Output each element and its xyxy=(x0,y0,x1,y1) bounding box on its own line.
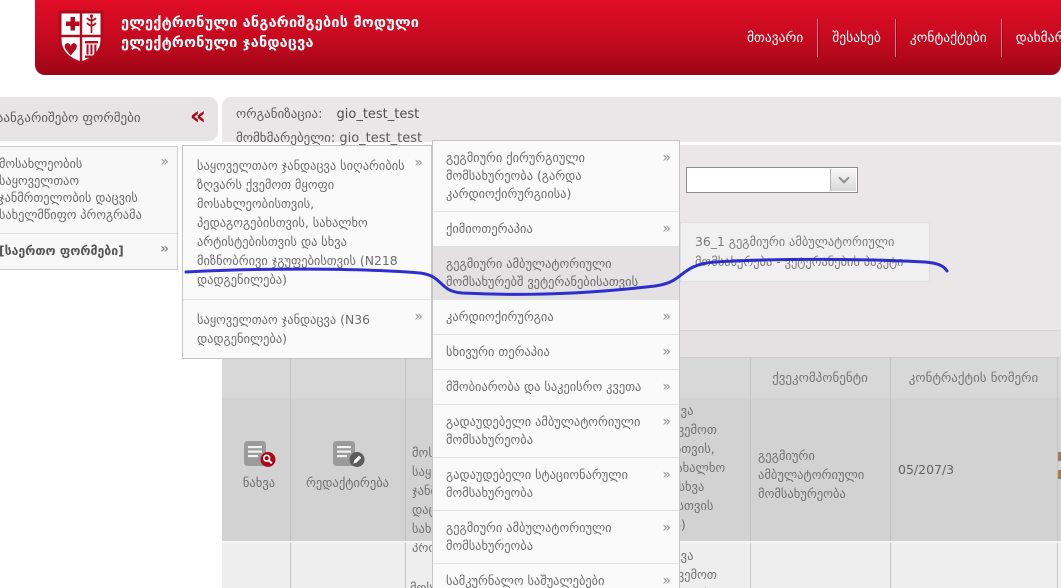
sidebar-header: საანგარიშებო ფორმები « xyxy=(0,97,218,141)
flyout-menu-level3: გეგმიური ქირურგიული მომსახურეობა (გარდა … xyxy=(432,140,680,588)
menu-item-label: ქიმიოთერაპია xyxy=(446,221,533,236)
menu-item-label: გეგმიური ქირურგიული მომსახურეობა (გარდა … xyxy=(446,150,585,201)
app-title-line1: ელექტრონული ანგარიშგების მოდული xyxy=(121,15,419,31)
edit-document-icon xyxy=(331,440,365,468)
view-document-icon xyxy=(242,440,276,468)
flyout-menu-level2: საყოველთაო ჯანდაცვა სიღარიბის ზღვარს ქვე… xyxy=(182,145,432,359)
svg-text:♥: ♥ xyxy=(63,41,78,61)
sidebar-title: საანგარიშებო ფორმები xyxy=(0,111,141,126)
menu-item-label: მშობიარობა და საკეისრო კვეთა xyxy=(446,379,641,394)
chevron-right-icon: » xyxy=(160,241,169,258)
menu-item-label: კარდიოქირურგია xyxy=(446,309,554,324)
app-title-line2: ელექტრონული ჯანდაცვა xyxy=(121,35,314,51)
user-value: gio_test_test xyxy=(339,131,422,146)
dropdown-button[interactable] xyxy=(830,169,856,191)
menu-item-label: სხივური თერაპია xyxy=(446,344,550,359)
chevron-right-icon: » xyxy=(662,149,671,167)
nav-item-home[interactable]: მთავარი xyxy=(733,30,817,46)
menu-item-label: გადაუდებელი სტაციონარული მომსახურეობა xyxy=(446,467,628,500)
chevron-right-icon: » xyxy=(662,572,671,588)
menu-item-cardiosurgery[interactable]: კარდიოქირურგია » xyxy=(433,299,679,334)
menu-item-n36[interactable]: საყოველთაო ჯანდაცვა (N36 დადგენილება) » xyxy=(183,299,431,358)
chevron-right-icon: » xyxy=(662,413,671,431)
chevron-right-icon: » xyxy=(662,466,671,484)
column-header-subcomponent[interactable]: ქვეკომპონენტი xyxy=(750,371,890,386)
menu-item-36-1-veterans-package[interactable]: 36_1 გეგმიური ამბულატორიული მომსახურება … xyxy=(680,222,930,282)
menu-item-label: სამკურნალო საშუალებები xyxy=(446,573,605,588)
chevron-right-icon: » xyxy=(662,378,671,396)
sidebar-item-label: მოსახლეობის საყოველთაო ჯანმრთელობის დაცვ… xyxy=(0,157,142,222)
menu-item-label: გეგმიური ამბულატორიული მომსახურებშ ვეტერ… xyxy=(446,256,638,289)
filter-dropdown[interactable] xyxy=(686,167,858,193)
menu-item-label: საყოველთაო ჯანდაცვა სიღარიბის ზღვარს ქვე… xyxy=(197,158,405,287)
chevron-right-icon: » xyxy=(662,343,671,361)
menu-item-emergency-ambulatory[interactable]: გადაუდებელი ამბულატორიული მომსახურეობა » xyxy=(433,404,679,457)
column-divider xyxy=(290,358,291,588)
edit-label: რედაქტირება xyxy=(295,475,400,490)
chevron-right-icon: » xyxy=(414,154,423,173)
cell-contract: 05/207/3 xyxy=(898,460,1048,479)
page: ორგანიზაცია: gio_test_test მომხმარებელი: … xyxy=(0,0,1061,588)
health-ministry-logo: ♥ xyxy=(56,8,106,66)
user-line: მომხმარებელი: gio_test_test xyxy=(236,131,422,146)
menu-item-n218[interactable]: საყოველთაო ჯანდაცვა სიღარიბის ზღვარს ქვე… xyxy=(183,146,431,299)
menu-item-planned-ambulatory[interactable]: გეგმიური ამბულატორიული მომსახურეობა » xyxy=(433,510,679,563)
nav-item-about[interactable]: შესახებ xyxy=(818,30,895,46)
nav-item-help[interactable]: დახმარება xyxy=(1002,30,1061,46)
menu-item-label: საყოველთაო ჯანდაცვა (N36 დადგენილება) xyxy=(197,312,370,346)
view-button[interactable]: ნახვა xyxy=(228,440,290,490)
collapse-sidebar-button[interactable]: « xyxy=(190,101,206,130)
menu-item-label: გადაუდებელი ამბულატორიული მომსახურეობა xyxy=(446,414,640,447)
column-header-contract[interactable]: კონტრაქტის ნომერი xyxy=(890,371,1057,386)
sidebar-item-label: [საერთო ფორმები] xyxy=(0,244,124,258)
menu-item-medicines[interactable]: სამკურნალო საშუალებები » xyxy=(433,563,679,588)
nav-item-contacts[interactable]: კონტაქტები xyxy=(896,30,1001,46)
menu-item-label: გეგმიური ამბულატორიული მომსახურეობა xyxy=(446,520,612,553)
user-label: მომხმარებელი: xyxy=(236,131,335,146)
organization-line: ორგანიზაცია: gio_test_test xyxy=(236,107,419,122)
sidebar-menu: მოსახლეობის საყოველთაო ჯანმრთელობის დაცვ… xyxy=(0,146,178,270)
menu-item-emergency-stationary[interactable]: გადაუდებელი სტაციონარული მომსახურეობა » xyxy=(433,457,679,510)
header-nav: მთავარი შესახებ კონტაქტები დახმარება xyxy=(733,0,1061,75)
chevron-down-icon xyxy=(838,172,849,183)
edit-button[interactable]: რედაქტირება xyxy=(295,440,400,490)
chevron-right-icon: » xyxy=(662,519,671,537)
chevron-right-icon: » xyxy=(414,308,423,327)
menu-item-planned-surgery[interactable]: გეგმიური ქირურგიული მომსახურეობა (გარდა … xyxy=(433,141,679,211)
sidebar-item-common-forms[interactable]: [საერთო ფორმები] » xyxy=(0,233,177,269)
menu-item-radiotherapy[interactable]: სხივური თერაპია » xyxy=(433,334,679,369)
chevron-right-icon: » xyxy=(160,154,169,171)
sidebar-item-state-program[interactable]: მოსახლეობის საყოველთაო ჯანმრთელობის დაცვ… xyxy=(0,147,177,233)
menu-item-veterans-ambulatory[interactable]: გეგმიური ამბულატორიული მომსახურებშ ვეტერ… xyxy=(433,246,679,299)
menu-item-chemotherapy[interactable]: ქიმიოთერაპია » xyxy=(433,211,679,246)
cell-subcomponent: გეგმიური ამბულატორიული მომსახურეობა xyxy=(758,446,880,503)
chevron-right-icon: » xyxy=(662,308,671,326)
organization-value: gio_test_test xyxy=(337,107,420,122)
organization-label: ორგანიზაცია: xyxy=(236,107,323,122)
menu-item-childbirth[interactable]: მშობიარობა და საკეისრო კვეთა » xyxy=(433,369,679,404)
column-divider xyxy=(890,358,891,588)
column-divider xyxy=(750,358,751,588)
column-divider xyxy=(405,358,406,588)
view-label: ნახვა xyxy=(228,475,290,490)
chevron-right-icon: » xyxy=(662,220,671,238)
